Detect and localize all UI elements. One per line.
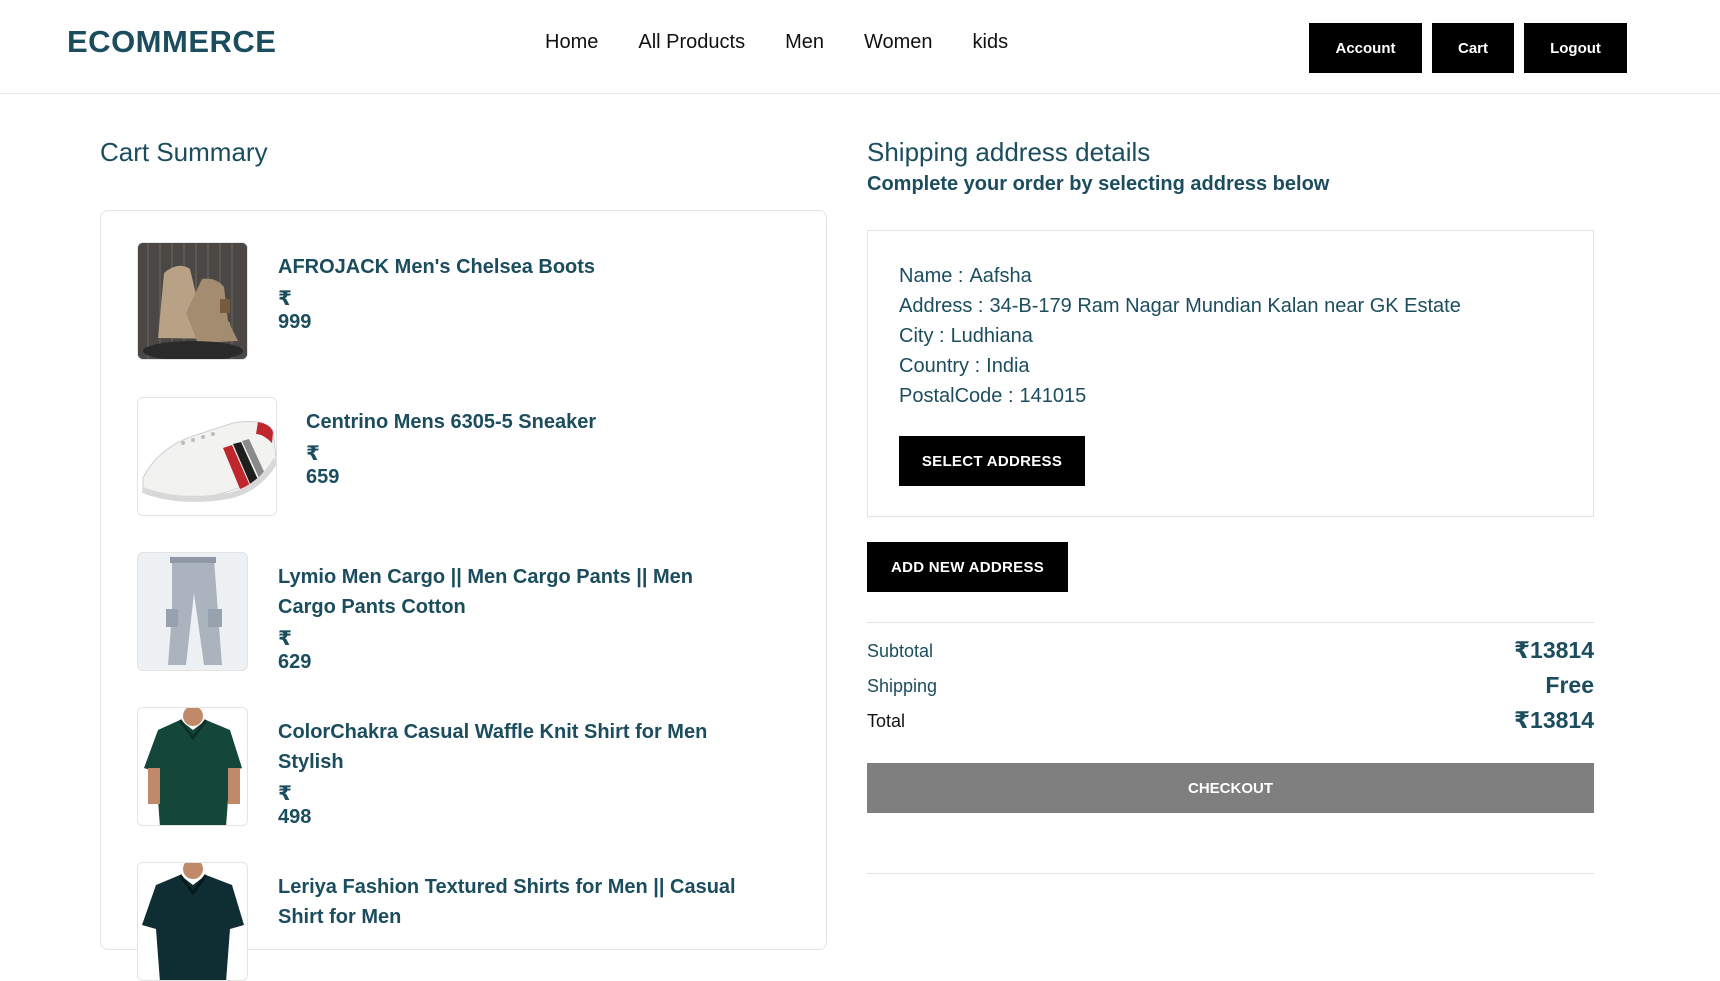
total-label: Total (867, 711, 906, 731)
address-card: Name : Aafsha Address :34-B-179 Ram Nagar… (867, 230, 1594, 517)
shipping-value: Free (1545, 672, 1594, 698)
cart-item-name[interactable]: AFROJACK Men's Chelsea Boots (278, 252, 718, 282)
checkout-button[interactable]: CHECKOUT (867, 763, 1594, 813)
shipping-label: Shipping (867, 676, 938, 696)
address-postal-label: PostalCode : (899, 385, 1014, 407)
address-country-row: Country : India (899, 355, 1030, 378)
address-postal-row: PostalCode :141015 (899, 385, 1086, 408)
cart-item-name[interactable]: ColorChakra Casual Waffle Knit Shirt for… (278, 717, 718, 777)
address-street-label: Address : (899, 295, 984, 317)
address-name-label: Name : (899, 265, 964, 287)
address-name-value: Aafsha (969, 265, 1032, 287)
nav-link-men[interactable]: Men (785, 31, 824, 54)
chelsea-boots-image[interactable] (137, 242, 248, 360)
subtotal-row: Subtotal ₹13814 (867, 637, 1594, 667)
cart-summary-title: Cart Summary (100, 137, 268, 167)
address-name-row: Name : Aafsha (899, 265, 1032, 288)
logout-button[interactable]: Logout (1524, 23, 1627, 73)
cart-items-card: AFROJACK Men's Chelsea Boots ₹ 999 Centr… (100, 210, 827, 981)
sneaker-image[interactable] (137, 397, 277, 516)
cart-item-name[interactable]: Leriya Fashion Textured Shirts for Men |… (278, 872, 748, 932)
shipping-title: Shipping address details (867, 137, 1151, 167)
address-street-row: Address :34-B-179 Ram Nagar Mundian Kala… (899, 295, 1461, 318)
subtotal-label: Subtotal (867, 641, 934, 661)
dark-shirt-image[interactable] (137, 862, 248, 981)
main-nav: Home All Products Men Women kids (545, 31, 1008, 54)
total-row: Total ₹13814 (867, 707, 1594, 737)
summary-divider-top (867, 622, 1594, 623)
nav-link-kids[interactable]: kids (973, 31, 1009, 54)
cargo-pants-image[interactable] (137, 552, 248, 671)
nav-link-home[interactable]: Home (545, 31, 598, 54)
shipping-subtitle: Complete your order by selecting address… (867, 173, 1330, 195)
address-city-row: City : Ludhiana (899, 325, 1033, 348)
address-country-value: India (986, 355, 1030, 377)
summary-divider-bottom (867, 873, 1594, 874)
select-address-button[interactable]: SELECT ADDRESS (899, 436, 1085, 486)
cart-item-name[interactable]: Centrino Mens 6305-5 Sneaker (306, 407, 746, 437)
subtotal-value: ₹13814 (1514, 637, 1594, 663)
total-value: ₹13814 (1514, 707, 1594, 733)
address-postal-value: 141015 (1019, 385, 1087, 407)
header-actions: Account Cart Logout (1309, 23, 1627, 73)
nav-link-all-products[interactable]: All Products (638, 31, 745, 54)
add-new-address-button[interactable]: ADD NEW ADDRESS (867, 542, 1068, 592)
brand-logo[interactable]: ECOMMERCE (67, 24, 276, 60)
cart-item-price: ₹ 999 (278, 288, 312, 333)
address-country-label: Country : (899, 355, 981, 377)
shipping-row: Shipping Free (867, 672, 1594, 702)
cart-item-price: ₹ 659 (306, 443, 340, 488)
account-button[interactable]: Account (1309, 23, 1422, 73)
green-shirt-image[interactable] (137, 707, 248, 826)
top-navbar: ECOMMERCE Home All Products Men Women ki… (0, 0, 1720, 94)
cart-item-price: ₹ 498 (278, 783, 312, 828)
nav-link-women[interactable]: Women (864, 31, 933, 54)
address-street-value: 34-B-179 Ram Nagar Mundian Kalan near GK… (989, 295, 1461, 317)
cart-item-name[interactable]: Lymio Men Cargo || Men Cargo Pants || Me… (278, 562, 748, 622)
cart-button[interactable]: Cart (1432, 23, 1514, 73)
cart-item-price: ₹ 629 (278, 628, 312, 673)
address-city-value: Ludhiana (950, 325, 1033, 347)
address-city-label: City : (899, 325, 945, 347)
